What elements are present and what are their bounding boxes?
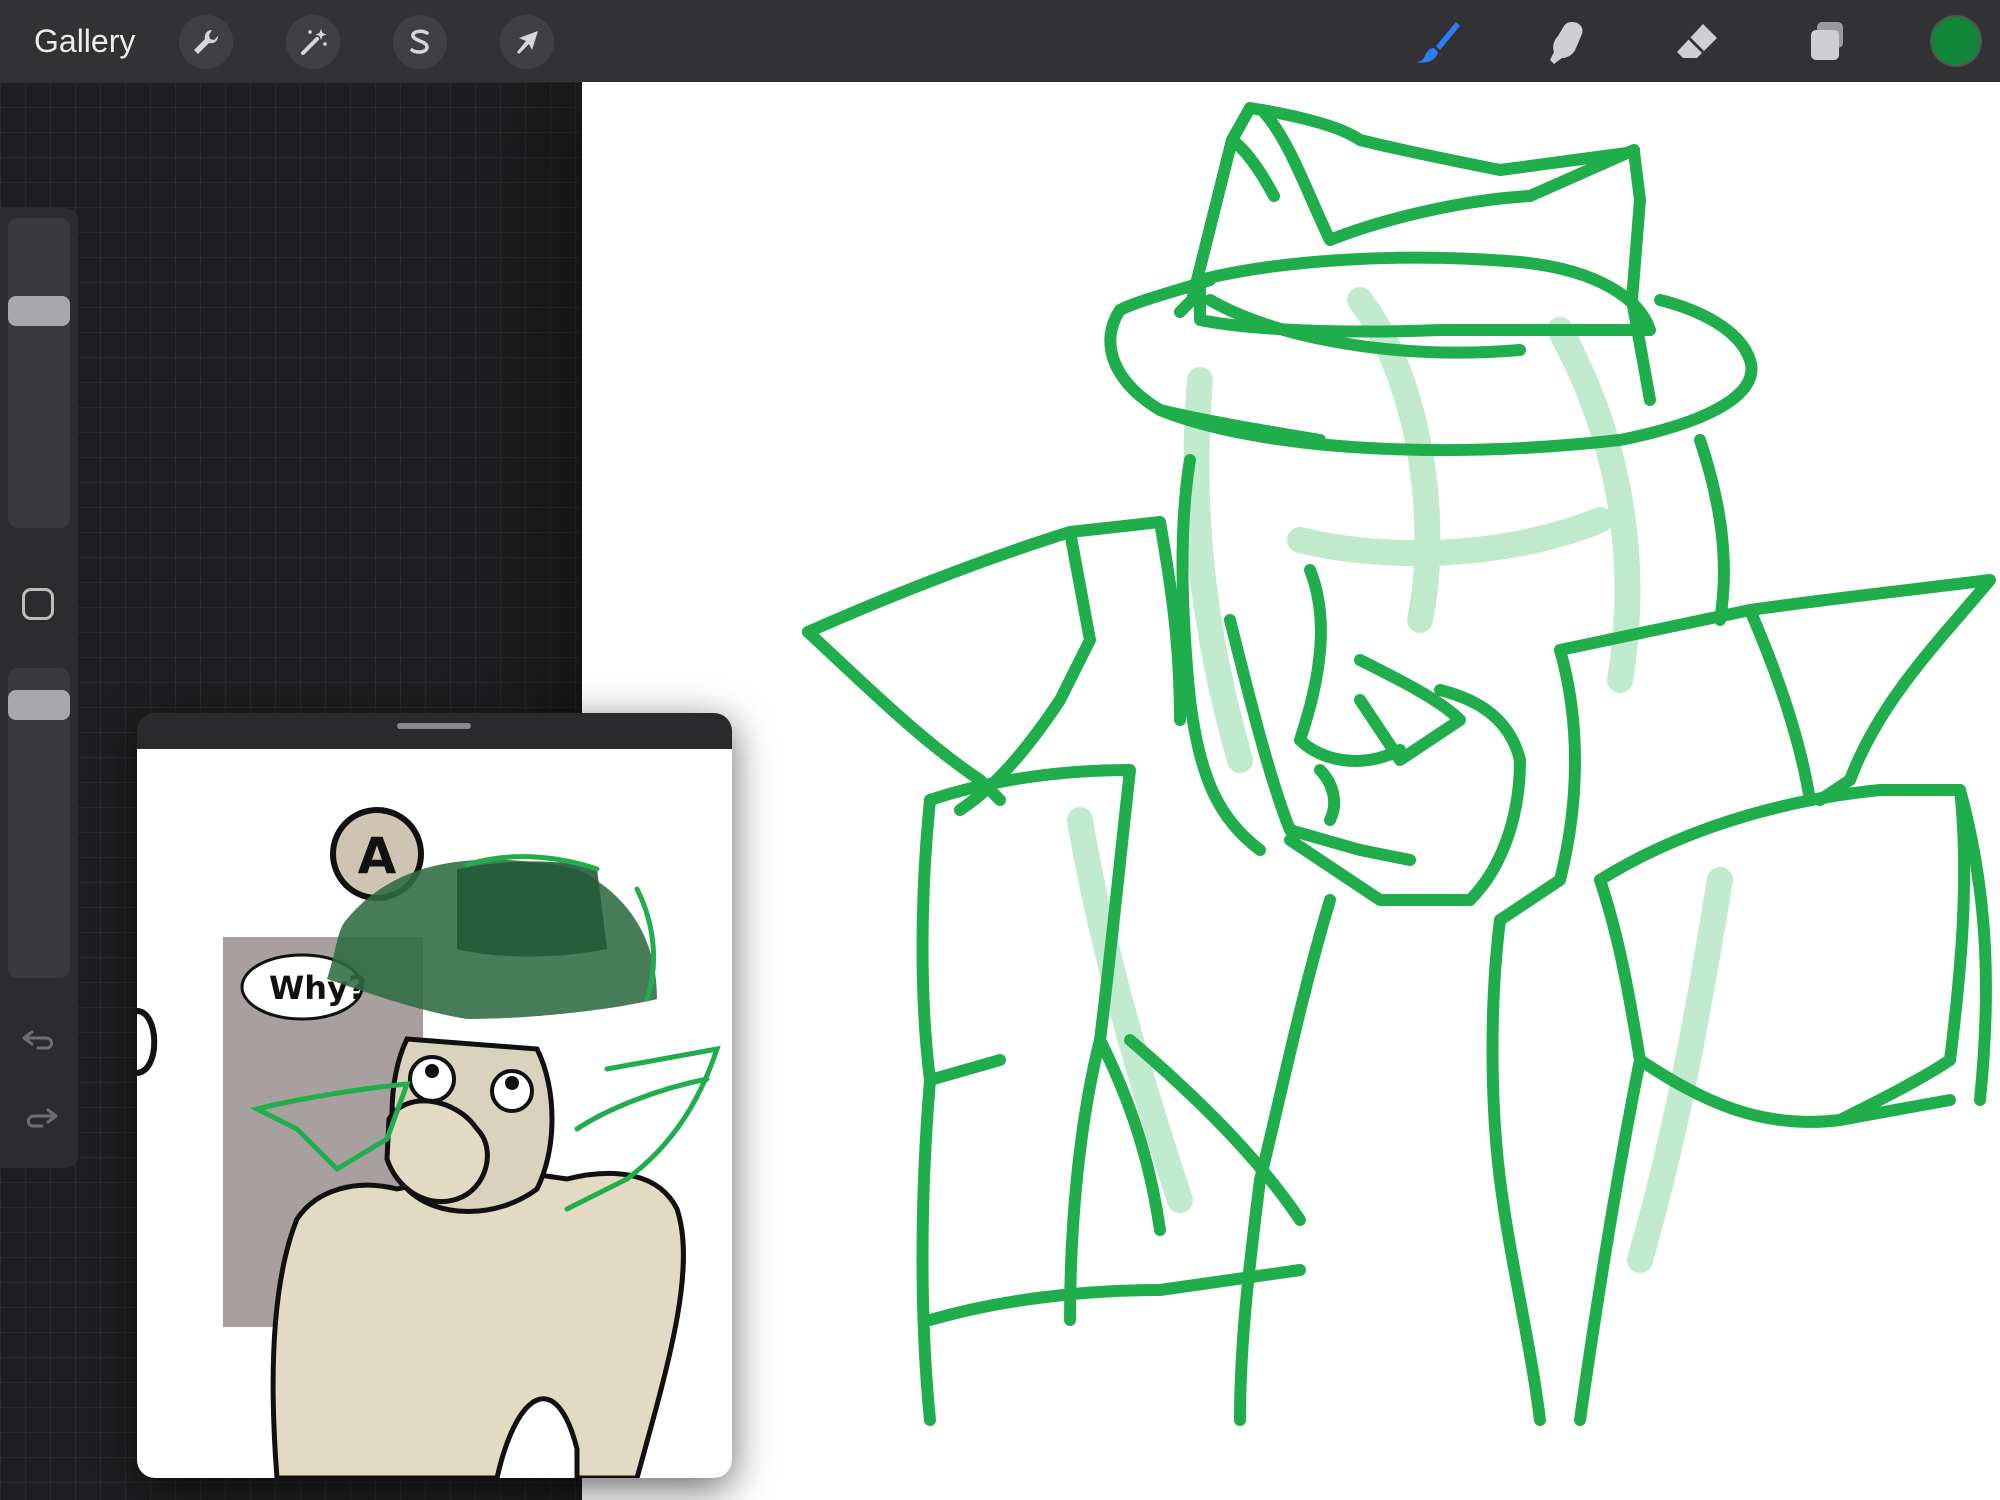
brush-size-slider[interactable] [8, 218, 70, 528]
actions-button[interactable] [179, 15, 233, 69]
reference-window[interactable]: A Why? [137, 713, 732, 1478]
opacity-slider[interactable] [8, 668, 70, 978]
gallery-button[interactable]: Gallery [34, 20, 135, 62]
color-picker-button[interactable] [1930, 15, 1982, 67]
undo-icon[interactable] [20, 1018, 60, 1058]
transform-button[interactable] [500, 15, 554, 69]
brush-icon [1416, 22, 1460, 63]
magic-wand-icon [301, 29, 327, 55]
opacity-thumb[interactable] [8, 690, 70, 721]
bubble-letter: A [358, 827, 397, 885]
redo-icon[interactable] [20, 1096, 60, 1136]
selection-button[interactable] [393, 15, 447, 69]
eraser-icon [1677, 24, 1717, 58]
wrench-icon [194, 29, 219, 54]
eraser-button[interactable] [1667, 12, 1727, 72]
reference-image: A Why? [137, 749, 732, 1478]
smudge-finger-icon [1550, 22, 1583, 64]
modify-button[interactable] [22, 588, 54, 620]
top-toolbar: Gallery [0, 0, 2000, 82]
selection-s-icon [410, 29, 429, 54]
layers-button[interactable] [1797, 12, 1857, 72]
sketch-artwork [802, 102, 1996, 1426]
drawing-canvas[interactable] [582, 82, 2000, 1500]
reference-artwork: A Why? [137, 807, 721, 1478]
reference-drag-handle[interactable] [397, 723, 471, 729]
layers-icon [1811, 22, 1843, 60]
brush-sliders-panel [0, 208, 78, 1168]
brush-size-thumb[interactable] [8, 296, 70, 327]
brush-button[interactable] [1408, 12, 1468, 72]
smudge-button[interactable] [1536, 12, 1596, 72]
arrow-cursor-icon [517, 31, 538, 54]
adjustments-button[interactable] [286, 15, 340, 69]
